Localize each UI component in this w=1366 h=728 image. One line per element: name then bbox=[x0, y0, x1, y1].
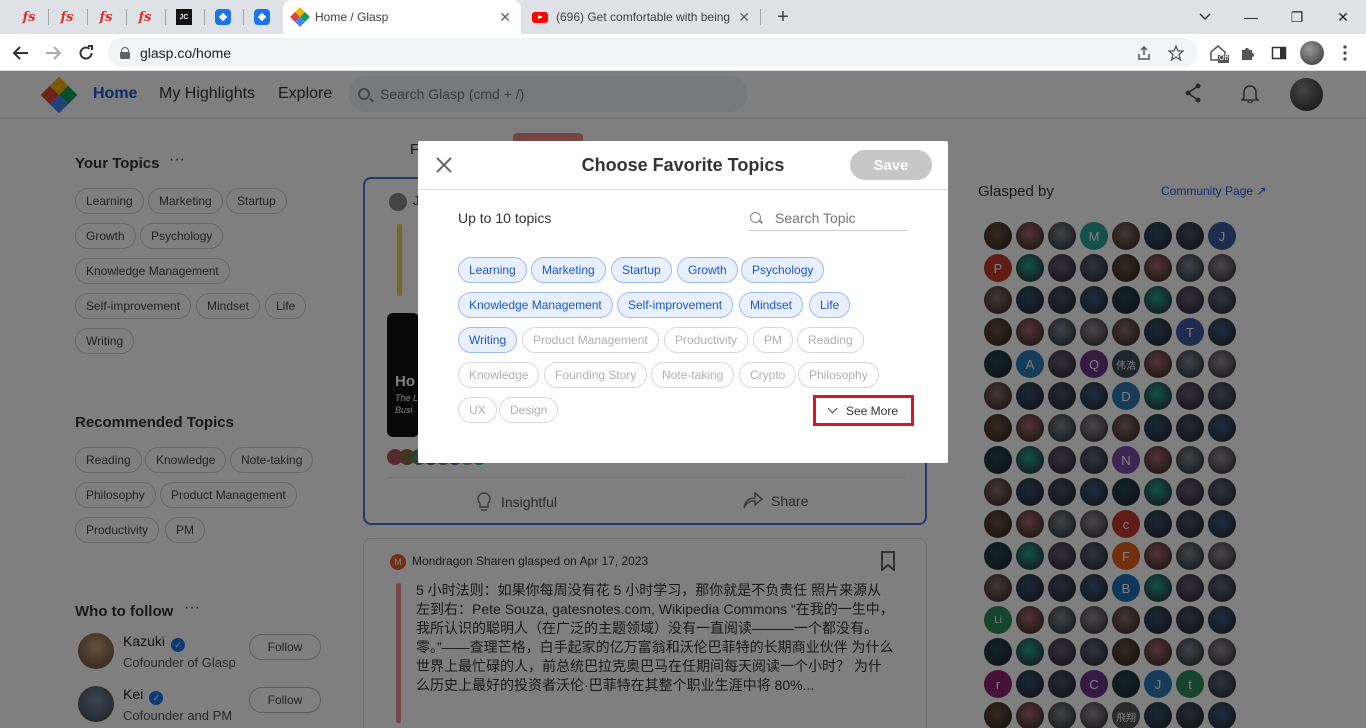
search-icon bbox=[750, 212, 761, 223]
diamond-icon bbox=[215, 9, 231, 25]
topic-chip[interactable]: Knowledge bbox=[458, 362, 540, 388]
selected-topic-chip[interactable]: Mindset bbox=[739, 292, 804, 318]
selected-topic-chip[interactable]: Marketing bbox=[531, 257, 606, 283]
tab-separator bbox=[87, 9, 88, 25]
divider bbox=[418, 189, 948, 190]
tab-separator bbox=[243, 9, 244, 25]
fs-icon: fs bbox=[60, 9, 74, 25]
address-bar[interactable]: glasp.co/home bbox=[108, 38, 1198, 67]
browser-tab-bar: fs fs fs fs JC Home / Glasp ✕ (696) Get … bbox=[0, 0, 1366, 34]
topic-chip[interactable]: Philosophy bbox=[798, 362, 879, 388]
tab-separator bbox=[126, 9, 127, 25]
see-more-button[interactable]: See More bbox=[813, 395, 914, 426]
topic-chip[interactable]: Crypto bbox=[739, 362, 797, 388]
diamond-icon bbox=[254, 9, 270, 25]
tab-fs-1[interactable]: fs bbox=[14, 5, 44, 29]
browser-toolbar: glasp.co/home Off bbox=[0, 34, 1366, 71]
tab-fs-3[interactable]: fs bbox=[91, 5, 121, 29]
bookmark-star-icon[interactable] bbox=[1165, 42, 1187, 64]
tab-separator bbox=[760, 9, 761, 25]
topic-chip[interactable]: UX bbox=[458, 397, 497, 423]
selected-topic-chip[interactable]: Writing bbox=[458, 327, 518, 353]
tab-fs-4[interactable]: fs bbox=[130, 5, 160, 29]
tab-jc[interactable]: JC bbox=[169, 5, 199, 29]
see-more-label: See More bbox=[845, 403, 899, 418]
close-tab-icon[interactable]: ✕ bbox=[738, 9, 750, 26]
chrome-menu-icon[interactable] bbox=[1334, 42, 1356, 64]
maximize-button[interactable]: ❐ bbox=[1274, 0, 1320, 34]
sidepanel-icon[interactable] bbox=[1268, 42, 1290, 64]
fs-icon: fs bbox=[99, 9, 113, 25]
forward-icon[interactable] bbox=[40, 40, 66, 66]
tab-youtube[interactable]: (696) Get comfortable with being ✕ bbox=[522, 0, 760, 34]
selected-topic-chip[interactable]: Life bbox=[809, 292, 851, 318]
topic-chip[interactable]: Founding Story bbox=[544, 362, 648, 388]
chevron-down-icon bbox=[827, 403, 838, 414]
topic-chip[interactable]: Productivity bbox=[664, 327, 749, 353]
tab-diamond-2[interactable] bbox=[247, 5, 277, 29]
save-button[interactable]: Save bbox=[850, 150, 932, 180]
selected-topic-chip[interactable]: Psychology bbox=[741, 257, 825, 283]
topic-search-placeholder: Search Topic bbox=[775, 209, 856, 226]
back-icon[interactable] bbox=[8, 40, 34, 66]
selected-topic-chip[interactable]: Knowledge Management bbox=[458, 292, 613, 318]
selected-topic-chip[interactable]: Learning bbox=[458, 257, 527, 283]
topic-limit-text: Up to 10 topics bbox=[458, 210, 552, 226]
tab-separator bbox=[48, 9, 49, 25]
share-page-icon[interactable] bbox=[1133, 42, 1155, 64]
url-text: glasp.co/home bbox=[140, 44, 232, 61]
fs-icon: fs bbox=[22, 9, 36, 25]
topic-chip[interactable]: Design bbox=[499, 397, 559, 423]
tab-title: Home / Glasp bbox=[315, 10, 389, 24]
topic-chip[interactable]: Note-taking bbox=[651, 362, 735, 388]
new-tab-button[interactable]: + bbox=[770, 4, 796, 30]
tab-fs-2[interactable]: fs bbox=[52, 5, 82, 29]
topic-chip[interactable]: Reading bbox=[797, 327, 864, 353]
selected-topic-chip[interactable]: Growth bbox=[677, 257, 738, 283]
fs-icon: fs bbox=[138, 9, 152, 25]
selected-topic-chip[interactable]: Self-improvement bbox=[617, 292, 734, 318]
close-window-button[interactable]: ✕ bbox=[1320, 0, 1366, 34]
jc-icon: JC bbox=[176, 9, 192, 25]
tab-separator bbox=[165, 9, 166, 25]
lock-icon bbox=[120, 46, 130, 59]
profile-avatar[interactable] bbox=[1300, 41, 1324, 65]
close-tab-icon[interactable]: ✕ bbox=[499, 9, 511, 26]
topic-chip[interactable]: Product Management bbox=[522, 327, 659, 353]
tab-separator bbox=[204, 9, 205, 25]
tab-title: (696) Get comfortable with being bbox=[556, 10, 731, 24]
reload-icon[interactable] bbox=[73, 40, 99, 66]
minimize-button[interactable]: — bbox=[1228, 0, 1274, 34]
tab-glasp-home[interactable]: Home / Glasp ✕ bbox=[283, 0, 521, 34]
extension-badge: Off bbox=[1219, 55, 1229, 62]
topic-chip[interactable]: PM bbox=[753, 327, 793, 353]
puzzle-icon[interactable] bbox=[1237, 42, 1259, 64]
choose-topics-modal: Choose Favorite Topics Save Up to 10 top… bbox=[418, 141, 948, 463]
tab-search-icon[interactable] bbox=[1182, 0, 1228, 34]
glasp-logo-icon bbox=[290, 7, 310, 27]
topic-search-input[interactable]: Search Topic bbox=[748, 205, 908, 231]
tab-diamond-1[interactable] bbox=[208, 5, 238, 29]
selected-topic-chip[interactable]: Startup bbox=[611, 257, 672, 283]
youtube-icon bbox=[532, 11, 548, 23]
extension-off-icon[interactable]: Off bbox=[1208, 42, 1230, 64]
